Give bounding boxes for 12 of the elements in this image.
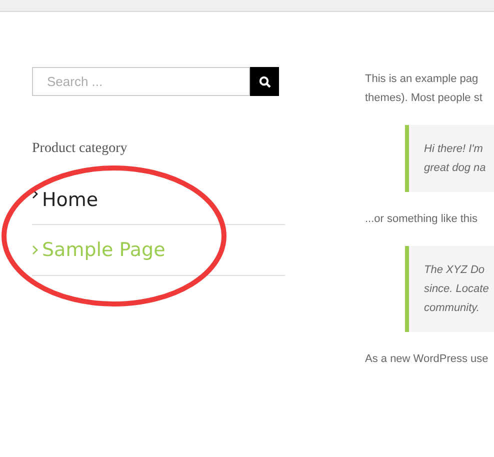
search-field[interactable]: Search ...	[32, 67, 250, 96]
menu-link[interactable]: Home	[32, 187, 285, 225]
paragraph-text: This is an example pag	[365, 72, 480, 87]
quote-text: community.	[424, 301, 480, 316]
sidebar-heading: Product category	[32, 141, 128, 157]
quote-text: since. Locate	[424, 282, 490, 297]
quote-text: Hi there! I'm	[424, 142, 484, 157]
paragraph-text: themes). Most people st	[365, 91, 484, 106]
paragraph-text: ...or something like this	[365, 212, 478, 227]
quote-text: great dog na	[424, 161, 487, 176]
paragraph-text: As a new WordPress use	[365, 352, 490, 367]
quote-text: The XYZ Do	[424, 263, 486, 278]
